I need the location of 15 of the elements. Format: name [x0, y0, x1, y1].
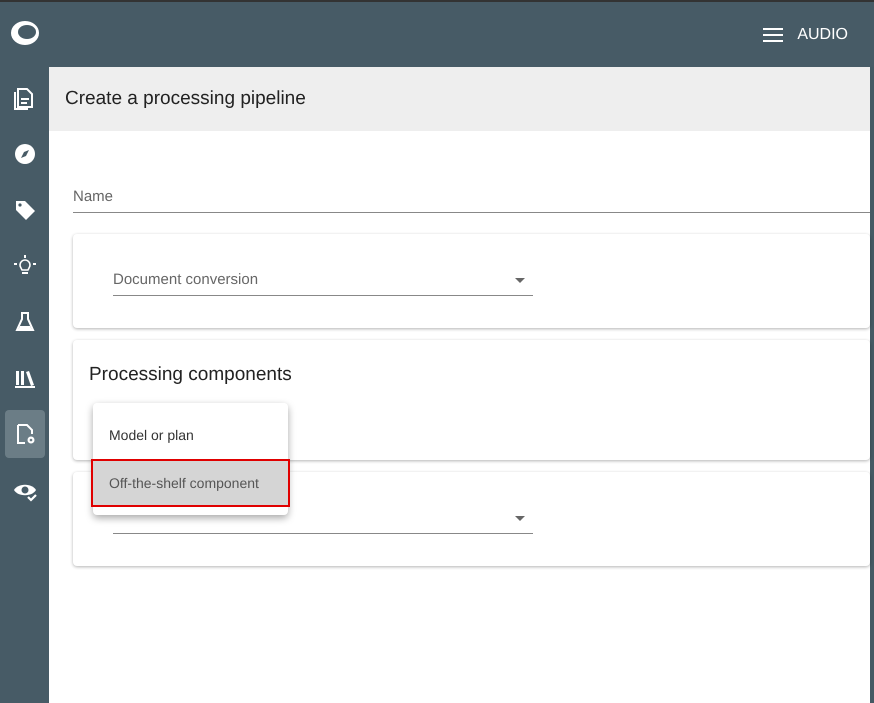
menu-item[interactable]: Model or plan — [93, 411, 288, 459]
compass-icon — [12, 142, 36, 166]
page-title: Create a processing pipeline — [65, 86, 306, 111]
select-placeholder: Document conversion — [113, 270, 258, 290]
caret-icon — [515, 278, 525, 283]
logo-icon — [10, 20, 40, 46]
menu-button[interactable]: AUDIO — [763, 22, 848, 46]
nav-item[interactable] — [4, 410, 44, 458]
select-field[interactable]: Document conversion — [113, 266, 533, 296]
flask-icon — [12, 310, 36, 334]
caret-icon — [515, 516, 525, 521]
menu-icon — [763, 28, 784, 42]
menu-item[interactable]: Off-the-shelf component — [91, 459, 290, 507]
name-field[interactable]: Name — [73, 181, 870, 213]
card-title: Processing components — [89, 363, 293, 387]
